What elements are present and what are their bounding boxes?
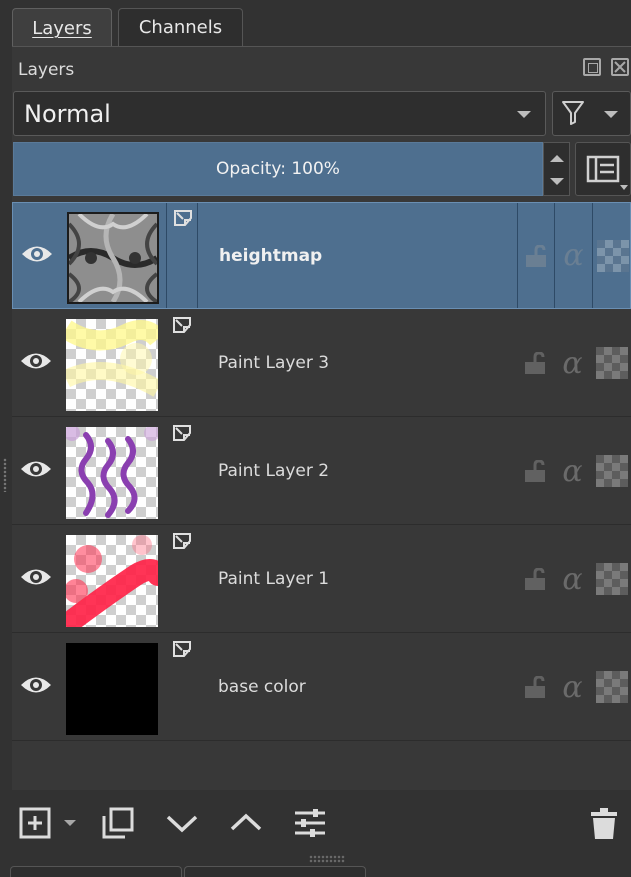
chevron-down-icon — [604, 111, 618, 118]
eye-icon — [21, 461, 51, 477]
visibility-toggle[interactable] — [12, 310, 60, 416]
add-layer-button[interactable] — [18, 804, 80, 842]
transparency-checker-icon — [595, 347, 628, 379]
opacity-slider[interactable]: Opacity: 100% — [13, 142, 543, 196]
eye-icon — [21, 677, 51, 693]
move-layer-up-button[interactable] — [227, 804, 265, 842]
blend-mode-value: Normal — [24, 100, 111, 128]
tab-layers-label: Layers — [32, 18, 92, 39]
lock-open-icon — [525, 352, 545, 374]
chevron-down-icon — [517, 111, 531, 118]
paint-layer-icon — [173, 641, 191, 657]
layer-thumbnail — [66, 319, 158, 411]
layer-row-paint-layer-3[interactable]: Paint Layer 3 α — [12, 310, 631, 417]
transparency-checker-icon — [595, 455, 628, 487]
alpha-lock-icon[interactable]: α — [555, 203, 592, 308]
docker-title: Layers — [18, 60, 75, 80]
visibility-toggle[interactable] — [12, 526, 60, 632]
alpha-lock-icon[interactable]: α — [554, 418, 591, 524]
view-options-button[interactable] — [575, 142, 631, 196]
layer-name[interactable]: Paint Layer 2 — [218, 418, 329, 524]
lock-toggle[interactable] — [517, 526, 553, 632]
lock-open-icon — [525, 676, 545, 698]
blend-mode-select[interactable]: Normal — [13, 91, 546, 136]
inherit-alpha-toggle[interactable] — [592, 526, 631, 632]
visibility-toggle[interactable] — [12, 634, 60, 740]
paint-layer-icon — [173, 425, 191, 441]
transparency-checker-icon — [596, 239, 629, 272]
opacity-spinner[interactable] — [543, 142, 570, 196]
delete-layer-button[interactable] — [588, 804, 620, 842]
duplicate-layer-button[interactable] — [100, 804, 136, 842]
transparency-checker-icon — [595, 563, 628, 595]
tab-channels[interactable]: Channels — [118, 8, 243, 46]
delete-layer-icon — [591, 808, 617, 839]
inherit-alpha-toggle[interactable] — [592, 310, 631, 416]
move-layer-up-icon — [230, 813, 262, 831]
alpha-lock-icon[interactable]: α — [554, 634, 591, 740]
lock-toggle[interactable] — [517, 310, 553, 416]
eye-icon — [22, 246, 52, 262]
lock-toggle[interactable] — [517, 418, 553, 524]
visibility-toggle[interactable] — [13, 203, 61, 308]
view-options-icon — [586, 155, 620, 183]
layer-thumbnail — [66, 427, 158, 519]
layer-name[interactable]: Paint Layer 1 — [218, 526, 329, 632]
eye-icon — [21, 353, 51, 369]
layer-name[interactable]: heightmap — [219, 203, 322, 308]
lock-open-icon — [526, 244, 546, 267]
layer-properties-button[interactable] — [291, 804, 329, 842]
layer-name[interactable]: base color — [218, 634, 306, 740]
lock-open-icon — [525, 568, 545, 590]
alpha-lock-icon[interactable]: α — [554, 526, 591, 632]
move-layer-down-icon — [166, 815, 198, 833]
transparency-checker-icon — [595, 671, 628, 703]
layer-row-paint-layer-2[interactable]: Paint Layer 2 α — [12, 418, 631, 525]
layer-thumbnail — [66, 643, 158, 735]
paint-layer-icon — [173, 317, 191, 333]
lock-toggle[interactable] — [518, 203, 554, 308]
resize-grip[interactable] — [309, 855, 345, 863]
lower-docker-tab[interactable] — [10, 866, 182, 877]
paint-layer-icon — [174, 210, 192, 226]
inherit-alpha-toggle[interactable] — [593, 203, 631, 308]
tab-layers[interactable]: Layers — [12, 8, 112, 48]
layer-row-heightmap[interactable]: heightmap α — [12, 202, 631, 309]
arrow-down-icon[interactable] — [549, 177, 565, 187]
eye-icon — [21, 569, 51, 585]
layer-row-paint-layer-1[interactable]: Paint Layer 1 α — [12, 526, 631, 633]
lock-open-icon — [525, 460, 545, 482]
arrow-up-icon[interactable] — [549, 153, 565, 163]
float-docker-icon[interactable] — [583, 58, 601, 76]
opacity-label: Opacity: 100% — [216, 159, 340, 179]
close-docker-icon[interactable] — [611, 58, 629, 76]
layer-filter-button[interactable] — [552, 91, 631, 136]
add-layer-icon — [19, 807, 76, 839]
chevron-down-icon — [620, 185, 628, 190]
visibility-toggle[interactable] — [12, 418, 60, 524]
tab-channels-label: Channels — [138, 17, 223, 38]
layer-row-base-color[interactable]: base color α — [12, 634, 631, 741]
duplicate-layer-icon — [102, 807, 134, 839]
lock-toggle[interactable] — [517, 634, 553, 740]
filter-icon — [562, 101, 584, 125]
resize-grip[interactable] — [3, 458, 7, 492]
lower-docker-tab[interactable] — [184, 866, 366, 877]
inherit-alpha-toggle[interactable] — [592, 634, 631, 740]
alpha-lock-icon[interactable]: α — [554, 310, 591, 416]
paint-layer-icon — [173, 533, 191, 549]
inherit-alpha-toggle[interactable] — [592, 418, 631, 524]
layer-properties-icon — [295, 809, 325, 837]
move-layer-down-button[interactable] — [163, 804, 201, 842]
layer-thumbnail — [67, 212, 159, 304]
layer-name[interactable]: Paint Layer 3 — [218, 310, 329, 416]
layer-thumbnail — [66, 535, 158, 627]
